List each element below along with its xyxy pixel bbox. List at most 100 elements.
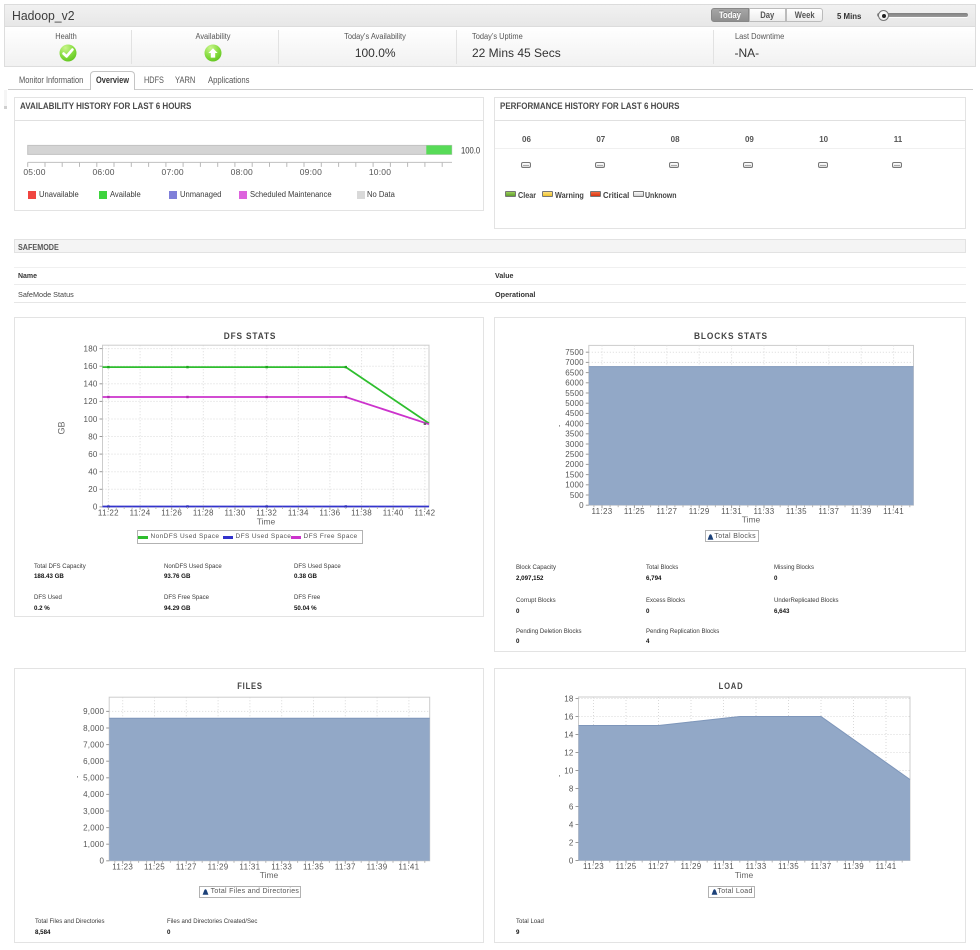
svg-text:11:33: 11:33 bbox=[746, 862, 767, 871]
svg-text:5000: 5000 bbox=[565, 399, 584, 408]
svg-text:Time: Time bbox=[742, 515, 761, 525]
svg-text:3,000: 3,000 bbox=[83, 807, 104, 816]
svg-text:11:31: 11:31 bbox=[239, 862, 260, 871]
svg-text:0: 0 bbox=[579, 501, 584, 510]
svg-text:11:25: 11:25 bbox=[616, 862, 637, 871]
svg-text:3500: 3500 bbox=[565, 430, 584, 439]
svg-text:500: 500 bbox=[570, 491, 584, 500]
svg-text:140: 140 bbox=[84, 380, 98, 389]
svg-text:11:23: 11:23 bbox=[592, 507, 613, 516]
svg-text:11:35: 11:35 bbox=[786, 507, 807, 516]
svg-text:12: 12 bbox=[564, 748, 574, 757]
svg-text:4,000: 4,000 bbox=[83, 790, 104, 799]
svg-text:11:28: 11:28 bbox=[193, 509, 214, 518]
svg-text:1000: 1000 bbox=[565, 481, 584, 490]
svg-text:11:41: 11:41 bbox=[876, 862, 897, 871]
svg-text:11:42: 11:42 bbox=[414, 509, 435, 518]
svg-text:10:00: 10:00 bbox=[369, 167, 391, 177]
svg-text:11:41: 11:41 bbox=[883, 507, 904, 516]
svg-text:3000: 3000 bbox=[565, 440, 584, 449]
svg-text:11:37: 11:37 bbox=[335, 862, 356, 871]
svg-text:11:31: 11:31 bbox=[721, 507, 742, 516]
svg-text:Time: Time bbox=[735, 870, 754, 880]
svg-text:6500: 6500 bbox=[565, 368, 584, 377]
svg-text:11:39: 11:39 bbox=[843, 862, 864, 871]
svg-text:7,000: 7,000 bbox=[83, 740, 104, 749]
svg-text:11:41: 11:41 bbox=[398, 862, 419, 871]
svg-text:08:00: 08:00 bbox=[231, 167, 253, 177]
svg-text:11:30: 11:30 bbox=[225, 509, 246, 518]
svg-text:GB: GB bbox=[57, 421, 67, 434]
svg-text:11:23: 11:23 bbox=[583, 862, 604, 871]
svg-text:6000: 6000 bbox=[565, 379, 584, 388]
svg-text:8,000: 8,000 bbox=[83, 724, 104, 733]
svg-text:11:33: 11:33 bbox=[271, 862, 292, 871]
svg-text:14: 14 bbox=[564, 730, 574, 739]
svg-text:11:29: 11:29 bbox=[689, 507, 710, 516]
svg-text:100.0: 100.0 bbox=[461, 145, 480, 156]
svg-text:100: 100 bbox=[84, 415, 98, 424]
svg-text:2500: 2500 bbox=[565, 450, 584, 459]
svg-text:09:00: 09:00 bbox=[300, 167, 322, 177]
svg-text:11:40: 11:40 bbox=[383, 509, 404, 518]
svg-text:,: , bbox=[76, 770, 78, 779]
svg-text:05:00: 05:00 bbox=[23, 167, 45, 177]
svg-text:120: 120 bbox=[84, 397, 98, 406]
svg-text:11:38: 11:38 bbox=[351, 509, 372, 518]
svg-text:Time: Time bbox=[257, 517, 276, 527]
svg-text:06:00: 06:00 bbox=[92, 167, 114, 177]
svg-text:160: 160 bbox=[84, 362, 98, 371]
svg-text:11:39: 11:39 bbox=[851, 507, 872, 516]
svg-text:,: , bbox=[558, 769, 560, 778]
svg-text:40: 40 bbox=[88, 468, 98, 477]
svg-text:07:00: 07:00 bbox=[162, 167, 184, 177]
svg-text:11:37: 11:37 bbox=[818, 507, 839, 516]
svg-text:10: 10 bbox=[564, 766, 574, 775]
svg-text:11:26: 11:26 bbox=[161, 509, 182, 518]
svg-text:5,000: 5,000 bbox=[83, 774, 104, 783]
svg-text:1500: 1500 bbox=[565, 470, 584, 479]
svg-text:7500: 7500 bbox=[565, 348, 584, 357]
svg-text:11:37: 11:37 bbox=[811, 862, 832, 871]
svg-text:8: 8 bbox=[569, 784, 574, 793]
svg-text:6,000: 6,000 bbox=[83, 757, 104, 766]
svg-text:18: 18 bbox=[564, 694, 574, 703]
svg-text:Time: Time bbox=[260, 870, 279, 880]
svg-text:11:22: 11:22 bbox=[98, 509, 119, 518]
svg-text:4500: 4500 bbox=[565, 409, 584, 418]
svg-text:11:29: 11:29 bbox=[208, 862, 229, 871]
svg-text:11:29: 11:29 bbox=[681, 862, 702, 871]
svg-text:9,000: 9,000 bbox=[83, 707, 104, 716]
svg-text:2: 2 bbox=[569, 838, 574, 847]
svg-text:11:23: 11:23 bbox=[112, 862, 133, 871]
svg-text:20: 20 bbox=[88, 485, 98, 494]
svg-text:11:33: 11:33 bbox=[754, 507, 775, 516]
svg-text:1,000: 1,000 bbox=[83, 840, 104, 849]
svg-text:11:31: 11:31 bbox=[713, 862, 734, 871]
svg-text:11:34: 11:34 bbox=[288, 509, 309, 518]
svg-text:5500: 5500 bbox=[565, 389, 584, 398]
svg-text:16: 16 bbox=[564, 712, 574, 721]
svg-text:11:25: 11:25 bbox=[144, 862, 165, 871]
svg-text:4: 4 bbox=[569, 820, 574, 829]
svg-text:11:25: 11:25 bbox=[624, 507, 645, 516]
svg-text:60: 60 bbox=[88, 450, 98, 459]
svg-text:11:24: 11:24 bbox=[130, 509, 151, 518]
svg-text:7000: 7000 bbox=[565, 358, 584, 367]
svg-text:4000: 4000 bbox=[565, 419, 584, 428]
svg-text:0: 0 bbox=[569, 856, 574, 865]
svg-text:180: 180 bbox=[84, 344, 98, 353]
svg-text:11:27: 11:27 bbox=[648, 862, 669, 871]
svg-text:11:32: 11:32 bbox=[256, 509, 277, 518]
svg-text:11:35: 11:35 bbox=[303, 862, 324, 871]
svg-text:6: 6 bbox=[569, 802, 574, 811]
svg-text:11:27: 11:27 bbox=[656, 507, 677, 516]
svg-text:11:35: 11:35 bbox=[778, 862, 799, 871]
svg-text:11:36: 11:36 bbox=[319, 509, 340, 518]
svg-text:0: 0 bbox=[100, 857, 105, 866]
svg-text:,: , bbox=[558, 419, 560, 428]
svg-text:11:39: 11:39 bbox=[367, 862, 388, 871]
svg-text:11:27: 11:27 bbox=[176, 862, 197, 871]
svg-text:80: 80 bbox=[88, 432, 98, 441]
svg-text:2,000: 2,000 bbox=[83, 823, 104, 832]
